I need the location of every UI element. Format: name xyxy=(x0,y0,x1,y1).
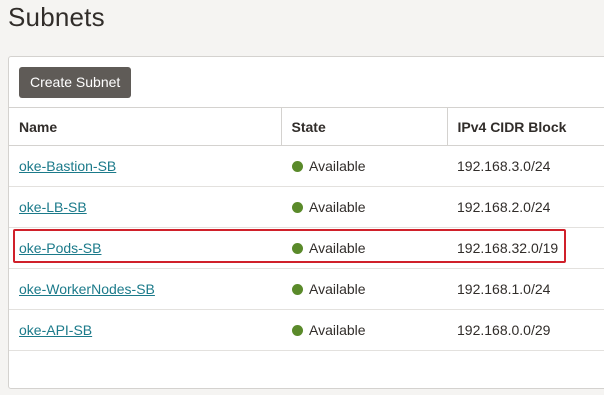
table-header-row: Name State IPv4 CIDR Block xyxy=(9,107,604,146)
page-title: Subnets xyxy=(8,2,105,32)
subnet-link[interactable]: oke-Bastion-SB xyxy=(19,158,116,174)
table-row: oke-API-SB Available 192.168.0.0/29 xyxy=(9,309,604,351)
state-cell: Available xyxy=(281,186,447,228)
state-cell: Available xyxy=(281,145,447,187)
status-dot-icon xyxy=(292,202,303,213)
state-cell: Available xyxy=(281,309,447,351)
column-header-state[interactable]: State xyxy=(281,107,448,146)
subnets-table: Name State IPv4 CIDR Block oke-Bastion-S… xyxy=(9,107,604,351)
subnet-link[interactable]: oke-WorkerNodes-SB xyxy=(19,281,155,297)
state-label: Available xyxy=(309,158,366,174)
table-row: oke-Bastion-SB Available 192.168.3.0/24 xyxy=(9,145,604,187)
cidr-cell: 192.168.2.0/24 xyxy=(447,186,604,228)
subnet-link[interactable]: oke-Pods-SB xyxy=(19,240,101,256)
table-row: oke-Pods-SB Available 192.168.32.0/19 xyxy=(9,227,604,269)
state-label: Available xyxy=(309,322,366,338)
status-dot-icon xyxy=(292,325,303,336)
status-dot-icon xyxy=(292,161,303,172)
subnet-link[interactable]: oke-LB-SB xyxy=(19,199,87,215)
name-cell: oke-Pods-SB xyxy=(9,227,281,269)
cidr-cell: 192.168.0.0/29 xyxy=(447,309,604,351)
column-header-name[interactable]: Name xyxy=(9,107,282,146)
name-cell: oke-WorkerNodes-SB xyxy=(9,268,281,310)
name-cell: oke-API-SB xyxy=(9,309,281,351)
state-cell: Available xyxy=(281,268,447,310)
name-cell: oke-LB-SB xyxy=(9,186,281,228)
cidr-cell: 192.168.32.0/19 xyxy=(447,227,604,269)
table-row: oke-LB-SB Available 192.168.2.0/24 xyxy=(9,186,604,228)
status-dot-icon xyxy=(292,243,303,254)
state-label: Available xyxy=(309,281,366,297)
table-row: oke-WorkerNodes-SB Available 192.168.1.0… xyxy=(9,268,604,310)
subnets-panel: Create Subnet Name State IPv4 CIDR Block… xyxy=(8,56,604,389)
cidr-cell: 192.168.1.0/24 xyxy=(447,268,604,310)
state-cell: Available xyxy=(281,227,447,269)
name-cell: oke-Bastion-SB xyxy=(9,145,281,187)
cidr-cell: 192.168.3.0/24 xyxy=(447,145,604,187)
state-label: Available xyxy=(309,199,366,215)
column-header-cidr[interactable]: IPv4 CIDR Block xyxy=(447,107,604,146)
subnet-link[interactable]: oke-API-SB xyxy=(19,322,92,338)
state-label: Available xyxy=(309,240,366,256)
create-subnet-button[interactable]: Create Subnet xyxy=(19,67,132,98)
status-dot-icon xyxy=(292,284,303,295)
